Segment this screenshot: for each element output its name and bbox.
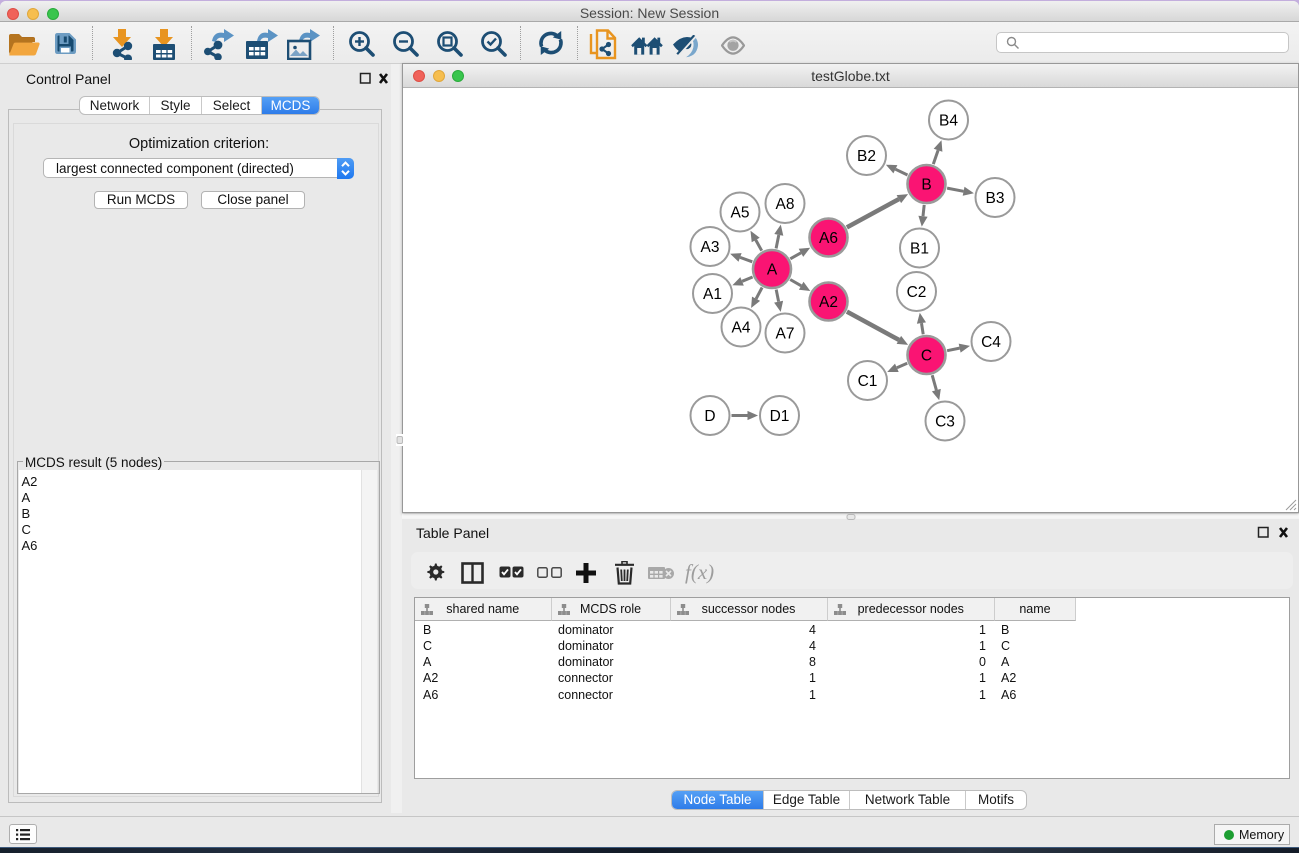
- svg-text:B1: B1: [910, 241, 929, 258]
- svg-text:A6: A6: [819, 230, 838, 247]
- svg-text:B: B: [921, 177, 931, 194]
- svg-text:A8: A8: [776, 196, 795, 213]
- svg-text:A4: A4: [732, 320, 751, 337]
- svg-text:A1: A1: [703, 286, 722, 303]
- svg-text:A5: A5: [731, 205, 750, 222]
- svg-text:A2: A2: [819, 294, 838, 311]
- svg-text:B3: B3: [986, 190, 1005, 207]
- svg-text:D1: D1: [770, 408, 790, 425]
- svg-text:C: C: [921, 348, 932, 365]
- svg-text:A: A: [767, 262, 778, 279]
- svg-text:A7: A7: [776, 326, 795, 343]
- svg-text:C4: C4: [981, 334, 1001, 351]
- svg-text:D: D: [704, 408, 715, 425]
- svg-text:B4: B4: [939, 113, 958, 130]
- svg-text:B2: B2: [857, 148, 876, 165]
- svg-text:A3: A3: [701, 239, 720, 256]
- svg-text:C2: C2: [907, 284, 927, 301]
- svg-text:C1: C1: [858, 373, 878, 390]
- svg-text:C3: C3: [935, 414, 955, 431]
